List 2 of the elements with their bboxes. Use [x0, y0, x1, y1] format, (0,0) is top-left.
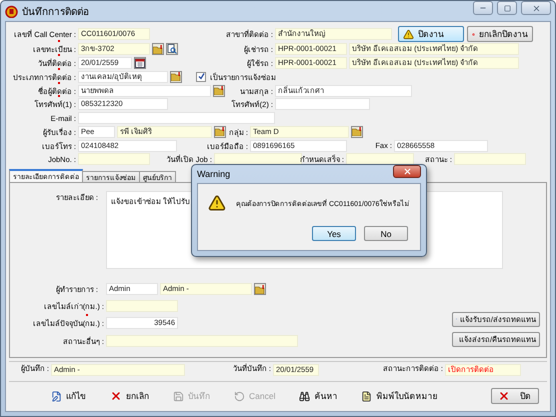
- dialog-title: Warning: [197, 169, 230, 179]
- window-title: บันทึกการติดต่อ: [22, 6, 90, 18]
